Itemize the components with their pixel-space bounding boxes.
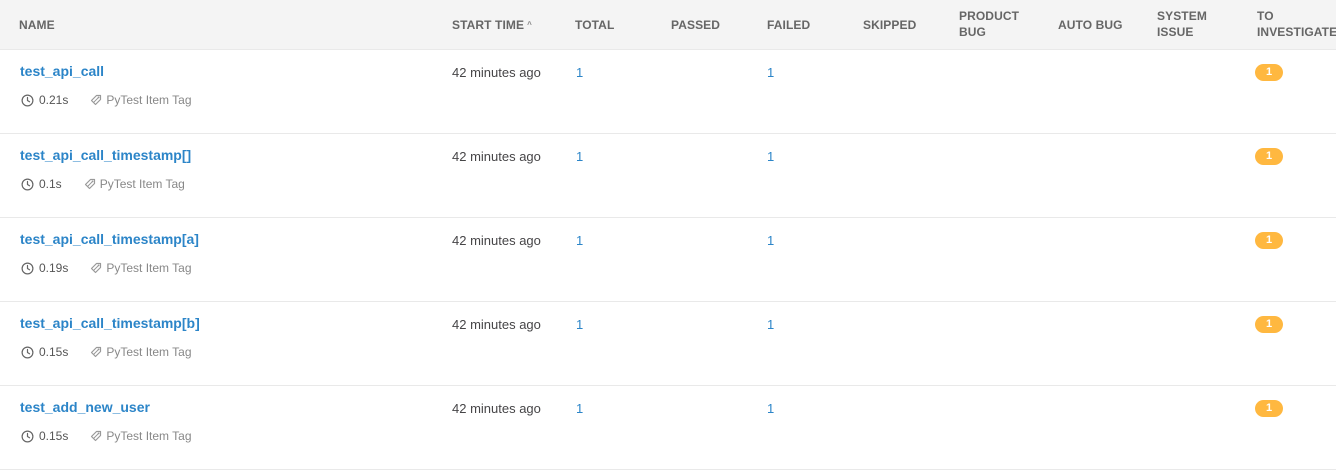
item-tag[interactable]: PyTest Item Tag [90, 345, 192, 359]
column-start-time-header[interactable]: START TIME ^ [452, 17, 532, 33]
total-count-link[interactable]: 1 [576, 233, 583, 248]
sort-ascending-icon: ^ [527, 20, 532, 29]
duration-value: 0.1s [39, 177, 62, 191]
table-row: test_api_call_timestamp[a] 0.19s PyTest It… [0, 218, 1336, 302]
clock-icon [21, 178, 34, 191]
duration: 0.1s [21, 177, 62, 191]
duration-value: 0.19s [39, 261, 69, 275]
failed-count-link[interactable]: 1 [767, 149, 774, 164]
to-investigate-badge[interactable]: 1 [1255, 148, 1283, 165]
total-count-link[interactable]: 1 [576, 65, 583, 80]
column-product-bug-header[interactable]: PRODUCT BUG [959, 8, 1049, 40]
tag-label: PyTest Item Tag [99, 177, 185, 191]
clock-icon [21, 94, 34, 107]
total-count-link[interactable]: 1 [576, 149, 583, 164]
test-item-meta: 0.15s PyTest Item Tag [21, 429, 192, 443]
column-skipped-header[interactable]: SKIPPED [863, 17, 916, 33]
tag-icon [90, 94, 102, 106]
tag-icon [90, 262, 102, 274]
tag-label: PyTest Item Tag [106, 93, 192, 107]
start-time: 42 minutes ago [452, 401, 541, 416]
column-to-investigate-header[interactable]: TO INVESTIGATE [1257, 8, 1336, 40]
total-count-link[interactable]: 1 [576, 401, 583, 416]
test-item-meta: 0.1s PyTest Item Tag [21, 177, 185, 191]
test-item-name-link[interactable]: test_api_call_timestamp[] [20, 147, 191, 163]
table-row: test_add_new_user 0.15s PyTest Item Tag 42 … [0, 386, 1336, 470]
test-item-meta: 0.19s PyTest Item Tag [21, 261, 192, 275]
duration: 0.15s [21, 429, 68, 443]
column-failed-header[interactable]: FAILED [767, 17, 810, 33]
duration-value: 0.15s [39, 429, 69, 443]
to-investigate-badge[interactable]: 1 [1255, 316, 1283, 333]
to-investigate-badge[interactable]: 1 [1255, 232, 1283, 249]
table-row: test_api_call_timestamp[b] 0.15s PyTest It… [0, 302, 1336, 386]
column-passed-header[interactable]: PASSED [671, 17, 720, 33]
duration: 0.15s [21, 345, 68, 359]
tag-icon [90, 430, 102, 442]
table-row: test_api_call 0.21s PyTest Item Tag 42 minu… [0, 50, 1336, 134]
item-tag[interactable]: PyTest Item Tag [84, 177, 185, 191]
tag-label: PyTest Item Tag [106, 345, 192, 359]
clock-icon [21, 346, 34, 359]
start-time: 42 minutes ago [452, 65, 541, 80]
to-investigate-badge[interactable]: 1 [1255, 64, 1283, 81]
start-time: 42 minutes ago [452, 317, 541, 332]
duration: 0.21s [21, 93, 68, 107]
failed-count-link[interactable]: 1 [767, 233, 774, 248]
start-time: 42 minutes ago [452, 233, 541, 248]
duration-value: 0.21s [39, 93, 69, 107]
clock-icon [21, 430, 34, 443]
column-auto-bug-header[interactable]: AUTO BUG [1058, 17, 1123, 33]
total-count-link[interactable]: 1 [576, 317, 583, 332]
test-item-meta: 0.15s PyTest Item Tag [21, 345, 192, 359]
duration-value: 0.15s [39, 345, 69, 359]
item-tag[interactable]: PyTest Item Tag [90, 261, 192, 275]
table-header: NAME START TIME ^ TOTAL PASSED FAILED SKI… [0, 0, 1336, 50]
test-item-name-link[interactable]: test_api_call_timestamp[a] [20, 231, 199, 247]
tag-icon [90, 346, 102, 358]
test-item-name-link[interactable]: test_add_new_user [20, 399, 150, 415]
failed-count-link[interactable]: 1 [767, 65, 774, 80]
start-time: 42 minutes ago [452, 149, 541, 164]
table-row: test_api_call_timestamp[] 0.1s PyTest Item… [0, 134, 1336, 218]
failed-count-link[interactable]: 1 [767, 401, 774, 416]
test-item-name-link[interactable]: test_api_call_timestamp[b] [20, 315, 200, 331]
test-item-name-link[interactable]: test_api_call [20, 63, 104, 79]
column-system-issue-header[interactable]: SYSTEM ISSUE [1157, 8, 1247, 40]
tag-label: PyTest Item Tag [106, 429, 192, 443]
to-investigate-badge[interactable]: 1 [1255, 400, 1283, 417]
tag-label: PyTest Item Tag [106, 261, 192, 275]
tag-icon [84, 178, 96, 190]
column-name-header[interactable]: NAME [19, 17, 55, 33]
duration: 0.19s [21, 261, 68, 275]
item-tag[interactable]: PyTest Item Tag [90, 93, 192, 107]
failed-count-link[interactable]: 1 [767, 317, 774, 332]
column-total-header[interactable]: TOTAL [575, 17, 614, 33]
test-item-meta: 0.21s PyTest Item Tag [21, 93, 192, 107]
item-tag[interactable]: PyTest Item Tag [90, 429, 192, 443]
clock-icon [21, 262, 34, 275]
